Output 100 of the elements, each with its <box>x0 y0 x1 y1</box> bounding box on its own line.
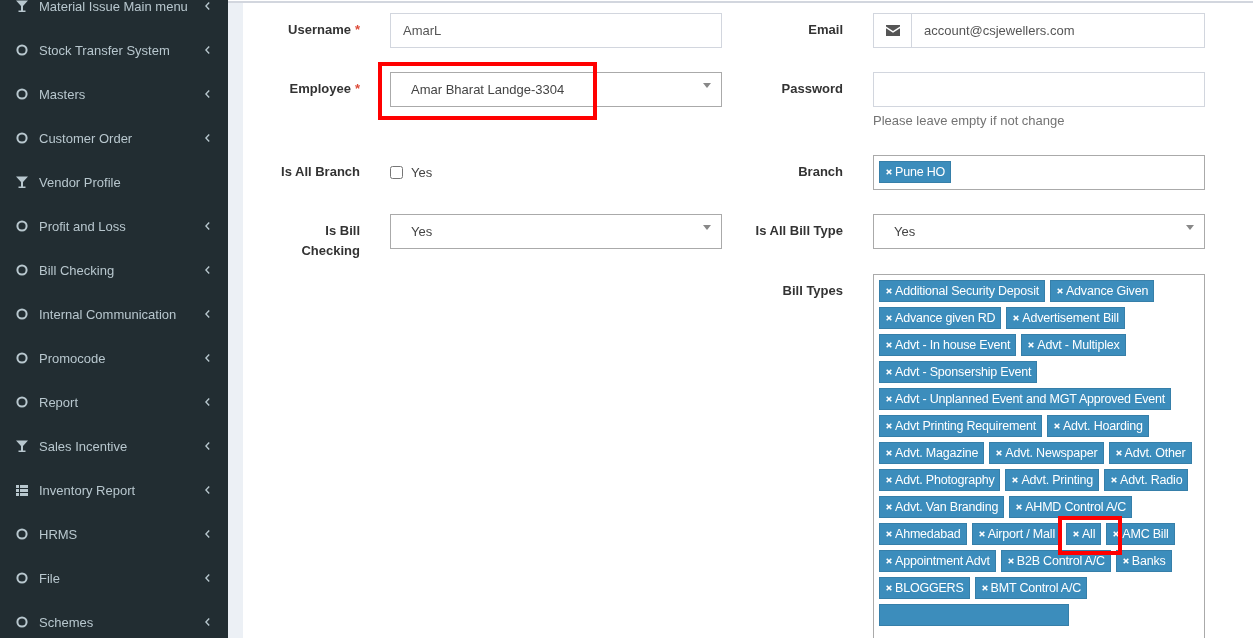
remove-icon[interactable] <box>886 169 892 175</box>
circle-icon <box>16 572 28 584</box>
required-mark: * <box>354 81 360 96</box>
remove-icon[interactable] <box>1012 477 1019 483</box>
sidebar-item[interactable]: File <box>0 556 228 600</box>
multi-select-field[interactable]: Pune HO <box>873 155 1205 190</box>
sidebar-item[interactable]: Report <box>0 380 228 424</box>
remove-icon[interactable] <box>1013 315 1020 321</box>
tag-label: Pune HO <box>895 165 946 179</box>
sidebar-item[interactable]: Masters <box>0 72 228 116</box>
tag-label: Advt Printing Requirement <box>895 419 1036 433</box>
sidebar-item[interactable]: Bill Checking <box>0 248 228 292</box>
sidebar-item[interactable]: Inventory Report <box>0 468 228 512</box>
field-label: Username <box>288 22 351 37</box>
tag-label: Advance Given <box>1066 284 1149 298</box>
tag-label: Banks <box>1131 554 1166 568</box>
remove-icon[interactable] <box>886 585 892 591</box>
circle-icon <box>16 528 28 540</box>
remove-icon[interactable] <box>1028 342 1035 348</box>
remove-icon[interactable] <box>886 558 892 564</box>
tag-label: Airport / Mall <box>987 527 1055 541</box>
tag-label: Ahmedabad <box>895 527 961 541</box>
tag-label: Additional Security Deposit <box>895 284 1039 298</box>
list-icon <box>16 484 28 496</box>
tag-label: Advt. Van Branding <box>895 500 999 514</box>
sidebar-item[interactable]: Customer Order <box>0 116 228 160</box>
circle-icon <box>16 616 28 628</box>
sidebar-item[interactable]: Sales Incentive <box>0 424 228 468</box>
required-mark: * <box>354 22 360 37</box>
remove-icon[interactable] <box>1113 531 1120 537</box>
tag-label: BLOGGERS <box>895 581 964 595</box>
field-label: Bill Types <box>782 283 843 298</box>
username-field[interactable]: AmarL <box>390 13 722 48</box>
remove-icon[interactable] <box>886 531 892 537</box>
remove-icon[interactable] <box>886 288 892 294</box>
multi-select-field[interactable] <box>873 274 1205 638</box>
remove-icon[interactable] <box>1057 288 1063 294</box>
circle-icon <box>16 396 28 408</box>
tag-label: AHMD Control A/C <box>1025 500 1127 514</box>
circle-icon <box>16 264 28 276</box>
funnel-icon <box>16 176 28 188</box>
tag-label: Advt - In house Event <box>895 338 1011 352</box>
sidebar-item[interactable]: Vendor Profile <box>0 160 228 204</box>
tag-label: Advt. Radio <box>1120 473 1183 487</box>
sidebar-item[interactable]: Promocode <box>0 336 228 380</box>
remove-icon[interactable] <box>981 585 988 591</box>
remove-icon[interactable] <box>1115 450 1122 456</box>
sidebar-item[interactable]: Stock Transfer System <box>0 28 228 72</box>
sidebar-item[interactable]: HRMS <box>0 512 228 556</box>
sidebar-item[interactable]: Material Issue Main menu <box>0 0 228 28</box>
remove-icon[interactable] <box>886 369 892 375</box>
caret-icon <box>703 83 711 88</box>
field-label: Is All Branch <box>281 164 360 179</box>
tag-label: Advt - Unplanned Event and MGT Approved Event <box>895 392 1166 406</box>
field-label: Employee <box>289 81 351 96</box>
remove-icon[interactable] <box>978 531 985 537</box>
funnel-icon <box>16 0 28 12</box>
tag-label: Advt - Multiplex <box>1037 338 1120 352</box>
remove-icon[interactable] <box>1111 477 1117 483</box>
remove-icon[interactable] <box>886 504 892 510</box>
tag-label: Advance given RD <box>895 311 996 325</box>
tag-label: Advt - Sponsership Event <box>895 365 1032 379</box>
remove-icon[interactable] <box>886 315 892 321</box>
tag-label: All <box>1082 527 1096 541</box>
remove-icon[interactable] <box>886 450 892 456</box>
tag-label: Advt. Other <box>1124 446 1186 460</box>
field-label: Email <box>808 22 843 37</box>
select-dropdown[interactable]: Yes <box>390 214 722 249</box>
remove-icon[interactable] <box>886 396 892 402</box>
select-dropdown[interactable]: Amar Bharat Landge-3304 <box>390 72 722 107</box>
select-dropdown[interactable]: Yes <box>873 214 1205 249</box>
remove-icon[interactable] <box>886 477 892 483</box>
caret-icon <box>1186 225 1194 230</box>
remove-icon[interactable] <box>996 450 1003 456</box>
sidebar-item[interactable]: Profit and Loss <box>0 204 228 248</box>
sidebar-item[interactable]: Schemes <box>0 600 228 638</box>
tag-label: Advt. Magazine <box>895 446 979 460</box>
tag-label: Advt. Photography <box>895 473 995 487</box>
circle-icon <box>16 88 28 100</box>
tag-label: AMC Bill <box>1122 527 1169 541</box>
remove-icon[interactable] <box>1073 531 1079 537</box>
email-field[interactable]: account@csjewellers.com <box>912 13 1205 48</box>
remove-icon[interactable] <box>886 342 892 348</box>
remove-icon[interactable] <box>1016 504 1023 510</box>
remove-icon[interactable] <box>1007 558 1014 564</box>
sidebar-item[interactable]: Internal Communication <box>0 292 228 336</box>
circle-icon <box>16 308 28 320</box>
remove-icon[interactable] <box>1122 558 1129 564</box>
remove-icon[interactable] <box>886 423 892 429</box>
circle-icon <box>16 220 28 232</box>
field-label: Is Bill Checking <box>301 223 360 258</box>
remove-icon[interactable] <box>1053 423 1060 429</box>
funnel-icon <box>16 440 28 452</box>
password-field[interactable] <box>873 72 1205 107</box>
circle-icon <box>16 44 28 56</box>
tag-label: B2B Control A/C <box>1016 554 1105 568</box>
circle-icon <box>16 352 28 364</box>
envelope-icon <box>885 25 900 36</box>
checkbox[interactable] <box>390 166 403 179</box>
caret-icon <box>703 225 711 230</box>
